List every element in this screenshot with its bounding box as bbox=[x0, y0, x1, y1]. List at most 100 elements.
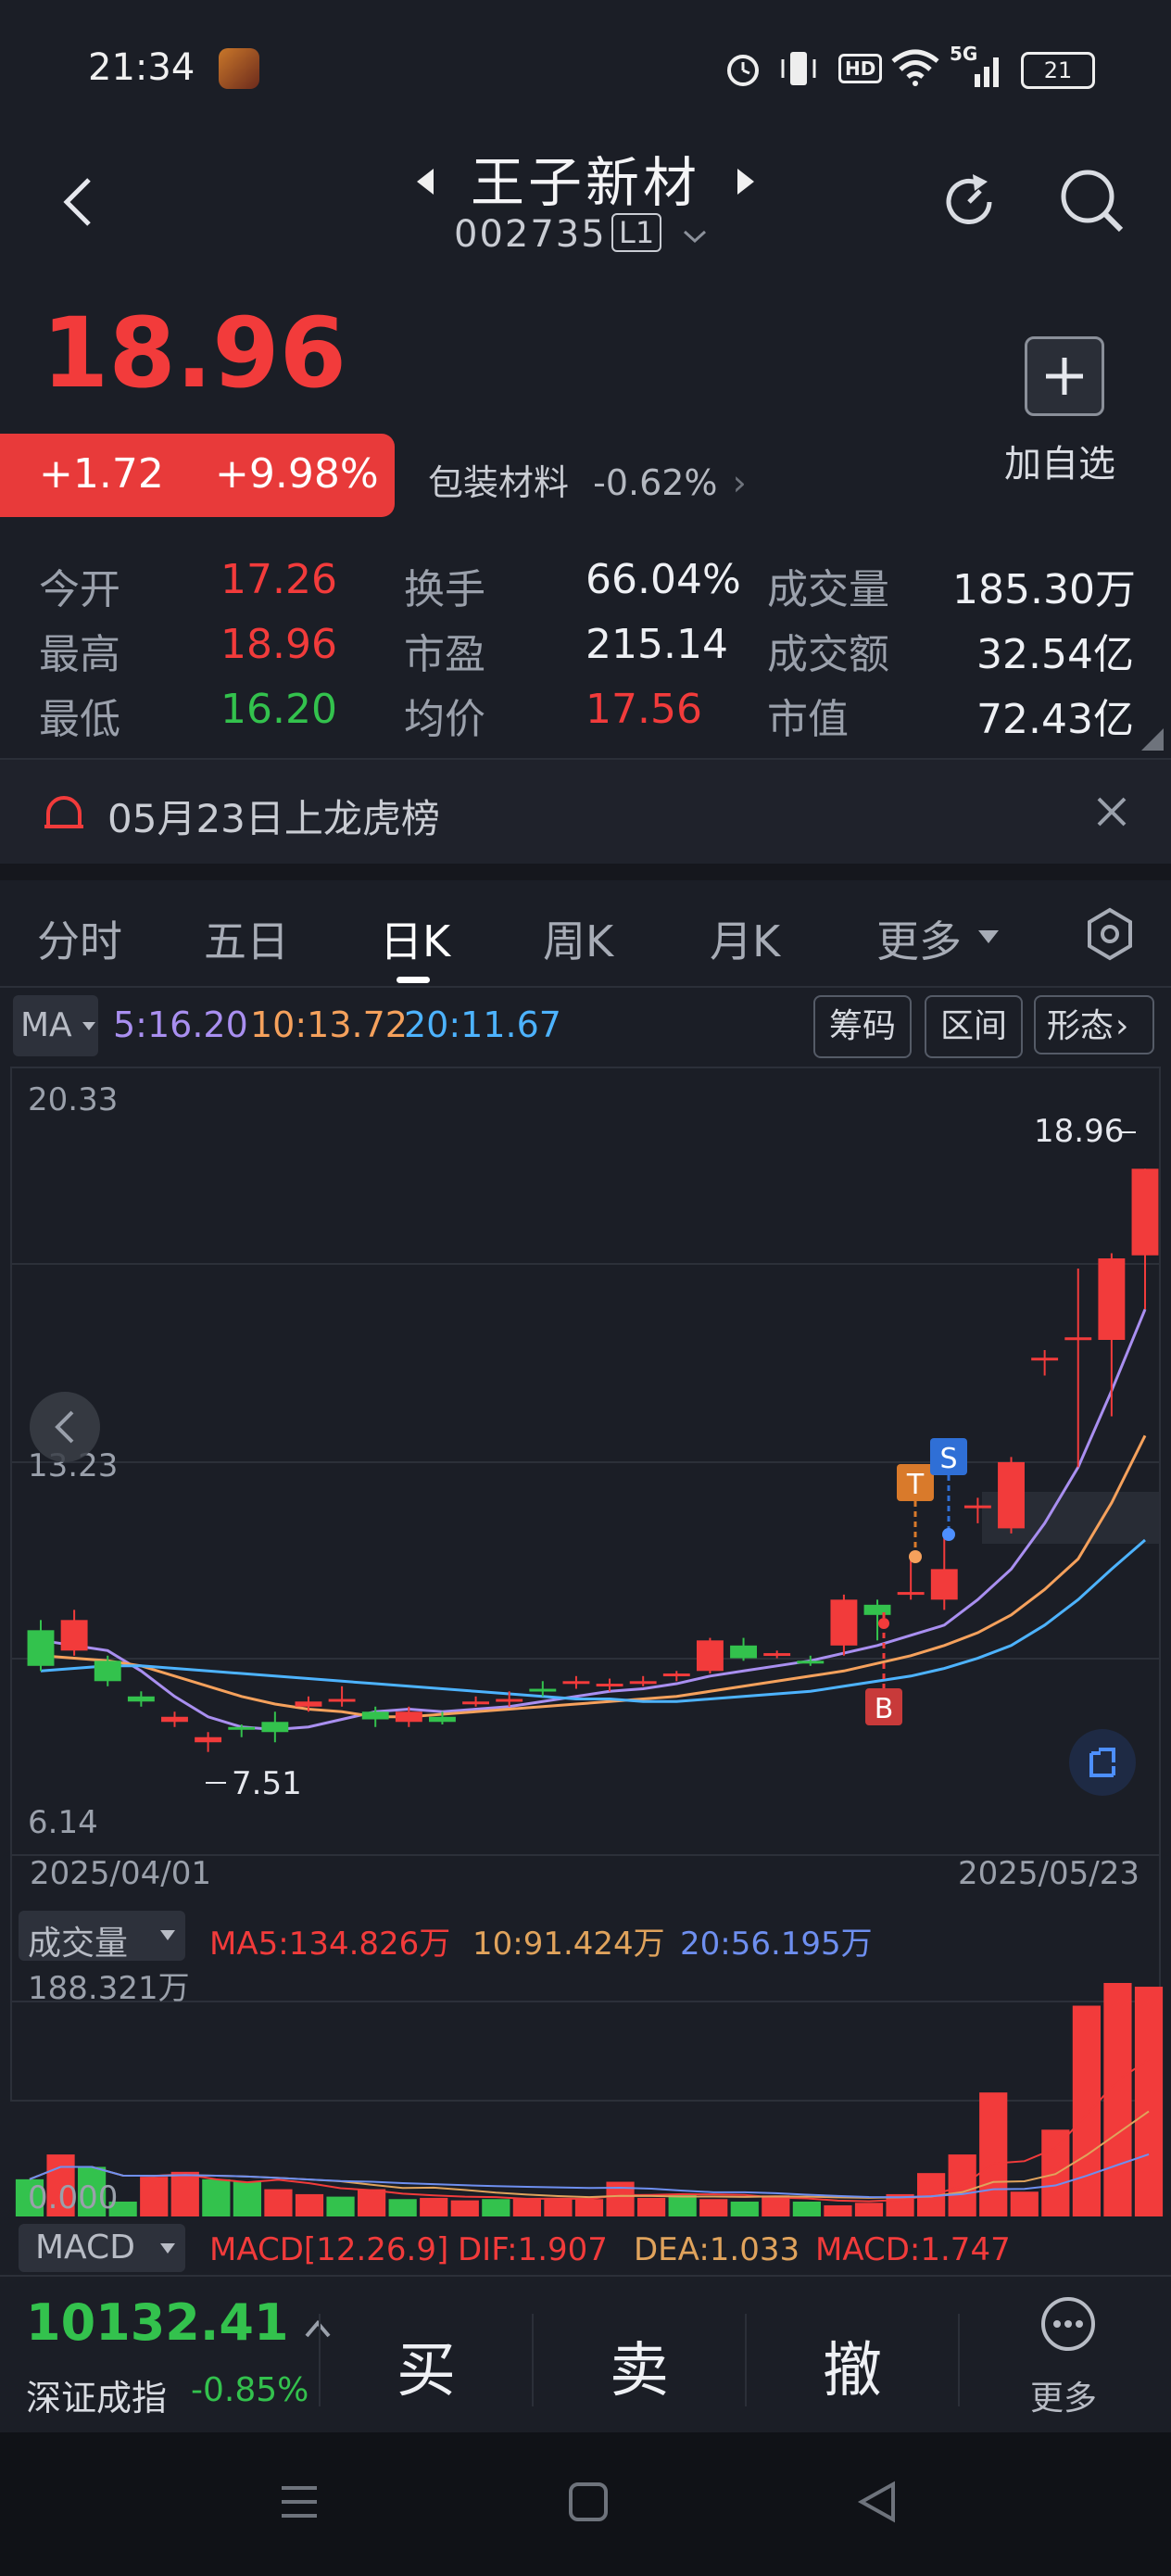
stats-grid: 今开 17.26 换手 66.04% 成交量 185.30万 最高 18.96 … bbox=[39, 556, 1151, 760]
search-icon[interactable] bbox=[1056, 165, 1127, 239]
add-watch-button[interactable] bbox=[1025, 336, 1104, 416]
y-axis-bottom-label: 6.14 bbox=[28, 1804, 98, 1841]
chips-button[interactable]: 筹码 bbox=[813, 995, 912, 1058]
scroll-left-button[interactable] bbox=[30, 1392, 100, 1462]
kline-chart[interactable]: 20.33 13.23 6.14 18.96 7.51 T S B 2025/0… bbox=[0, 1056, 1171, 2275]
add-watch-label[interactable]: 加自选 bbox=[1004, 434, 1115, 487]
sell-button[interactable]: 卖 bbox=[610, 2323, 669, 2408]
date-end-label: 2025/05/23 bbox=[958, 1855, 1140, 1892]
volume-bar bbox=[512, 2197, 541, 2216]
open-label: 今开 bbox=[39, 566, 120, 613]
volume-bar bbox=[202, 2178, 231, 2216]
active-tab-indicator bbox=[397, 977, 430, 983]
divider bbox=[958, 2314, 960, 2406]
macd-dea: DEA:1.033 bbox=[634, 2231, 800, 2268]
mcap-value: 72.43亿 bbox=[976, 696, 1134, 743]
turnover-label: 换手 bbox=[404, 566, 485, 613]
high-marker-label: 18.96 bbox=[1034, 1113, 1124, 1150]
section-gap bbox=[0, 864, 1171, 880]
candle bbox=[462, 1701, 490, 1705]
candle bbox=[797, 1661, 825, 1664]
candle bbox=[1131, 1168, 1159, 1256]
volume-label: 成交量 bbox=[767, 566, 889, 613]
notice-text: 05月23日上龙虎榜 bbox=[107, 796, 440, 841]
back-nav-icon[interactable] bbox=[856, 2481, 899, 2523]
dropdown-caret-icon bbox=[82, 1022, 95, 1030]
candle bbox=[395, 1711, 422, 1723]
menu-icon[interactable] bbox=[278, 2481, 321, 2523]
hd-badge: HD bbox=[838, 54, 883, 83]
vol-top-value: 188.321万 bbox=[28, 1970, 190, 2007]
volume-bar bbox=[1134, 1987, 1164, 2216]
tab-monthly-k[interactable]: 月K bbox=[710, 908, 780, 969]
vol-ma20: 20:56.195万 bbox=[680, 1926, 873, 1963]
tab-five-day[interactable]: 五日 bbox=[204, 908, 289, 969]
volume-bar bbox=[358, 2189, 386, 2216]
high-label: 最高 bbox=[39, 631, 120, 678]
candle bbox=[429, 1716, 456, 1723]
s-marker-dot bbox=[942, 1528, 955, 1541]
volume-bar bbox=[1072, 2005, 1101, 2216]
stock-name: 王子新材 bbox=[470, 151, 700, 214]
index-ticker[interactable]: 10132.41 bbox=[26, 2293, 333, 2352]
ma5-value: 5:16.20 bbox=[113, 1004, 248, 1045]
turnover-value: 66.04% bbox=[586, 556, 741, 603]
stock-code: 002735 bbox=[454, 213, 607, 256]
level-badge[interactable]: L1 bbox=[611, 213, 662, 252]
dropdown-caret-icon[interactable] bbox=[976, 928, 1001, 945]
fullscreen-button[interactable] bbox=[1069, 1729, 1136, 1796]
expand-corner-icon[interactable] bbox=[1141, 728, 1164, 751]
pattern-button[interactable]: 形态› bbox=[1034, 995, 1154, 1054]
next-stock-icon[interactable] bbox=[734, 165, 758, 198]
buy-button[interactable]: 买 bbox=[397, 2323, 456, 2408]
candle bbox=[496, 1698, 523, 1702]
candle bbox=[763, 1653, 791, 1657]
ma-line-ma20 bbox=[40, 1538, 1146, 1703]
refresh-icon[interactable] bbox=[936, 169, 1002, 235]
sector-link[interactable]: 包装材料 -0.62% › bbox=[428, 454, 747, 505]
close-icon[interactable] bbox=[1093, 793, 1130, 830]
more-button[interactable]: 更多 bbox=[1028, 2295, 1112, 2425]
divider bbox=[319, 2314, 321, 2406]
cancel-button[interactable]: 撤 bbox=[823, 2323, 882, 2408]
tab-weekly-k[interactable]: 周K bbox=[543, 908, 613, 969]
candle bbox=[562, 1681, 590, 1685]
volume-selector[interactable]: 成交量 bbox=[19, 1911, 185, 1963]
wifi-icon bbox=[891, 49, 939, 86]
tab-more[interactable]: 更多 bbox=[876, 908, 962, 969]
volume-bar bbox=[482, 2199, 510, 2216]
chevron-up-icon bbox=[305, 2319, 331, 2338]
candle bbox=[529, 1688, 557, 1692]
chevron-down-icon[interactable] bbox=[681, 227, 709, 246]
vol-ma5: MA5:134.826万 bbox=[209, 1926, 451, 1963]
back-icon[interactable] bbox=[56, 174, 102, 230]
dropdown-caret-icon bbox=[160, 1930, 175, 1940]
tab-daily-k[interactable]: 日K bbox=[380, 908, 450, 969]
ma-selector-label: MA bbox=[20, 1006, 72, 1044]
candle bbox=[295, 1701, 322, 1707]
tab-intraday[interactable]: 分时 bbox=[37, 908, 122, 969]
candle bbox=[629, 1681, 657, 1685]
home-icon[interactable] bbox=[567, 2481, 610, 2523]
candle bbox=[127, 1696, 155, 1702]
range-button[interactable]: 区间 bbox=[925, 995, 1023, 1058]
notice-bar[interactable]: 05月23日上龙虎榜 bbox=[0, 760, 1171, 864]
bell-icon bbox=[44, 796, 83, 828]
status-bar: 21:34 HD 5G 21 bbox=[0, 0, 1171, 139]
pe-label: 市盈 bbox=[404, 631, 485, 678]
candle bbox=[1064, 1337, 1092, 1341]
volume-bar bbox=[730, 2201, 759, 2216]
volume-bar bbox=[979, 2092, 1008, 2216]
ma-selector[interactable]: MA bbox=[13, 995, 98, 1056]
vibrate-icon bbox=[781, 52, 816, 85]
candle bbox=[195, 1736, 222, 1743]
candle bbox=[228, 1726, 256, 1730]
ma20-value: 20:11.67 bbox=[404, 1004, 561, 1045]
price-change-pct: +9.98% bbox=[215, 450, 379, 498]
more-label: 更多 bbox=[1030, 2380, 1098, 2418]
prev-stock-icon[interactable] bbox=[413, 165, 437, 198]
macd-selector[interactable]: MACD bbox=[19, 2224, 185, 2272]
settings-icon[interactable] bbox=[1082, 906, 1138, 962]
volume-bar bbox=[637, 2197, 666, 2216]
candle bbox=[1031, 1357, 1059, 1361]
